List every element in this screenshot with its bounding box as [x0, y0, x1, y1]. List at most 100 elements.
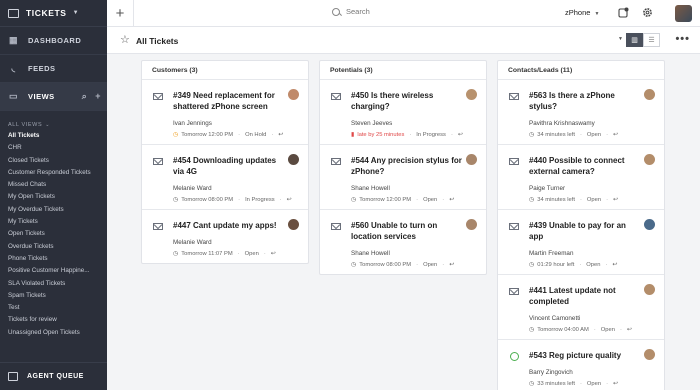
- status-badge[interactable]: In Progress: [245, 197, 275, 203]
- status-badge[interactable]: Open: [245, 251, 259, 257]
- avatar[interactable]: [644, 154, 655, 165]
- search-icon[interactable]: ⌕: [82, 91, 88, 102]
- contact-name[interactable]: Vincent Camonetti: [529, 315, 656, 322]
- status-badge[interactable]: Open: [587, 197, 601, 203]
- sidebar-item-views[interactable]: ▭ VIEWS ⌕ +: [0, 83, 107, 111]
- ticket-title[interactable]: #544 Any precision stylus for zPhone?: [351, 155, 478, 177]
- ticket-title[interactable]: #450 Is there wireless charging?: [351, 90, 478, 112]
- ticket-card[interactable]: #440 Possible to connect external camera…: [498, 145, 664, 210]
- ticket-title[interactable]: #560 Unable to turn on location services: [351, 220, 478, 242]
- avatar[interactable]: [644, 89, 655, 100]
- more-icon[interactable]: •••: [675, 33, 690, 45]
- view-list-item[interactable]: My Open Tickets: [8, 191, 107, 203]
- contact-name[interactable]: Martin Freeman: [529, 250, 656, 257]
- avatar[interactable]: [644, 284, 655, 295]
- ticket-title[interactable]: #454 Downloading updates via 4G: [173, 155, 300, 177]
- ticket-card[interactable]: #349 Need replacement for shattered zPho…: [142, 80, 308, 145]
- ticket-title[interactable]: #543 Reg picture quality: [529, 350, 656, 361]
- status-badge[interactable]: In Progress: [416, 132, 446, 138]
- reply-icon[interactable]: ↩: [458, 132, 463, 138]
- status-badge[interactable]: Open: [423, 262, 437, 268]
- contact-name[interactable]: Shane Howell: [351, 250, 478, 257]
- ticket-title[interactable]: #563 Is there a zPhone stylus?: [529, 90, 656, 112]
- view-list-item[interactable]: Phone Tickets: [8, 253, 107, 265]
- status-badge[interactable]: On Hold: [245, 132, 266, 138]
- department-selector[interactable]: zPhone ▼: [565, 8, 599, 17]
- avatar[interactable]: [466, 89, 477, 100]
- sidebar-item-feeds[interactable]: ◟ FEEDS: [0, 55, 107, 83]
- view-list-item[interactable]: My Tickets: [8, 216, 107, 228]
- status-badge[interactable]: Open: [587, 132, 601, 138]
- view-list-item[interactable]: Tickets for review: [8, 314, 107, 326]
- reply-icon[interactable]: ↩: [613, 132, 618, 138]
- reply-icon[interactable]: ↩: [613, 381, 618, 387]
- reply-icon[interactable]: ↩: [449, 262, 454, 268]
- view-list-item[interactable]: Overdue Tickets: [8, 241, 107, 253]
- contact-name[interactable]: Barry Zingovich: [529, 369, 656, 376]
- avatar[interactable]: [466, 154, 477, 165]
- search-box[interactable]: Search: [332, 7, 370, 16]
- view-list-item[interactable]: All Tickets: [8, 130, 107, 142]
- avatar[interactable]: [288, 219, 299, 230]
- gear-icon[interactable]: [642, 7, 653, 18]
- view-list-item[interactable]: Unassigned Open Tickets: [8, 327, 107, 339]
- avatar[interactable]: [466, 219, 477, 230]
- ticket-card[interactable]: #454 Downloading updates via 4G Melanie W…: [142, 145, 308, 210]
- ticket-card[interactable]: #563 Is there a zPhone stylus? Pavithra K…: [498, 80, 664, 145]
- star-icon[interactable]: ☆: [120, 33, 130, 46]
- contact-name[interactable]: Ivan Jennings: [173, 120, 300, 127]
- reply-icon[interactable]: ↩: [278, 132, 283, 138]
- ticket-card[interactable]: #447 Cant update my apps! Melanie Ward ◷ To…: [142, 210, 308, 263]
- view-list-item[interactable]: Spam Tickets: [8, 290, 107, 302]
- view-list-item[interactable]: Positive Customer Happine...: [8, 265, 107, 277]
- avatar[interactable]: [644, 349, 655, 360]
- ticket-card[interactable]: #441 Latest update not completed Vincent …: [498, 275, 664, 340]
- avatar[interactable]: [288, 154, 299, 165]
- ticket-card[interactable]: #450 Is there wireless charging? Steven J…: [320, 80, 486, 145]
- reply-icon[interactable]: ↩: [613, 197, 618, 203]
- add-view-icon[interactable]: +: [95, 91, 101, 102]
- kanban-view-button[interactable]: ▥: [626, 33, 643, 47]
- reply-icon[interactable]: ↩: [287, 197, 292, 203]
- status-badge[interactable]: Open: [587, 381, 601, 387]
- contact-name[interactable]: Shane Howell: [351, 185, 478, 192]
- view-list-item[interactable]: Closed Tickets: [8, 155, 107, 167]
- ticket-card[interactable]: #544 Any precision stylus for zPhone? Sha…: [320, 145, 486, 210]
- view-list-item[interactable]: Missed Chats: [8, 179, 107, 191]
- agent-queue-button[interactable]: AGENT QUEUE: [0, 362, 107, 390]
- contact-name[interactable]: Pavithra Krishnaswamy: [529, 120, 656, 127]
- reply-icon[interactable]: ↩: [627, 327, 632, 333]
- ticket-title[interactable]: #441 Latest update not completed: [529, 285, 656, 307]
- sidebar-item-dashboard[interactable]: ▦ DASHBOARD: [0, 27, 107, 55]
- chevron-down-icon[interactable]: ▼: [618, 36, 623, 42]
- ticket-title[interactable]: #440 Possible to connect external camera…: [529, 155, 656, 177]
- view-list-item[interactable]: SLA Violated Tickets: [8, 278, 107, 290]
- contact-name[interactable]: Melanie Ward: [173, 185, 300, 192]
- contact-name[interactable]: Paige Turner: [529, 185, 656, 192]
- status-badge[interactable]: Open: [423, 197, 437, 203]
- avatar[interactable]: [644, 219, 655, 230]
- reply-icon[interactable]: ↩: [271, 251, 276, 257]
- reply-icon[interactable]: ↩: [449, 197, 454, 203]
- ticket-card[interactable]: #439 Unable to pay for an app Martin Free…: [498, 210, 664, 275]
- all-views-header[interactable]: ALL VIEWS ⌄: [0, 111, 107, 130]
- ticket-title[interactable]: #447 Cant update my apps!: [173, 220, 300, 231]
- list-view-button[interactable]: ☰: [643, 33, 660, 47]
- view-list-item[interactable]: Test: [8, 302, 107, 314]
- notifications-icon[interactable]: [618, 7, 629, 18]
- view-list-item[interactable]: Open Tickets: [8, 228, 107, 240]
- status-badge[interactable]: Open: [586, 262, 600, 268]
- contact-name[interactable]: Melanie Ward: [173, 239, 300, 246]
- new-button[interactable]: +: [107, 0, 134, 27]
- ticket-card[interactable]: #560 Unable to turn on location services…: [320, 210, 486, 274]
- ticket-card[interactable]: #543 Reg picture quality Barry Zingovich ◷…: [498, 340, 664, 390]
- view-list-item[interactable]: CHR: [8, 142, 107, 154]
- ticket-title[interactable]: #349 Need replacement for shattered zPho…: [173, 90, 300, 112]
- contact-name[interactable]: Steven Jeeves: [351, 120, 478, 127]
- view-list-item[interactable]: Customer Responded Tickets: [8, 167, 107, 179]
- status-badge[interactable]: Open: [601, 327, 615, 333]
- avatar[interactable]: [288, 89, 299, 100]
- avatar[interactable]: [675, 5, 692, 22]
- module-switcher[interactable]: TICKETS ▼: [0, 0, 107, 27]
- reply-icon[interactable]: ↩: [612, 262, 617, 268]
